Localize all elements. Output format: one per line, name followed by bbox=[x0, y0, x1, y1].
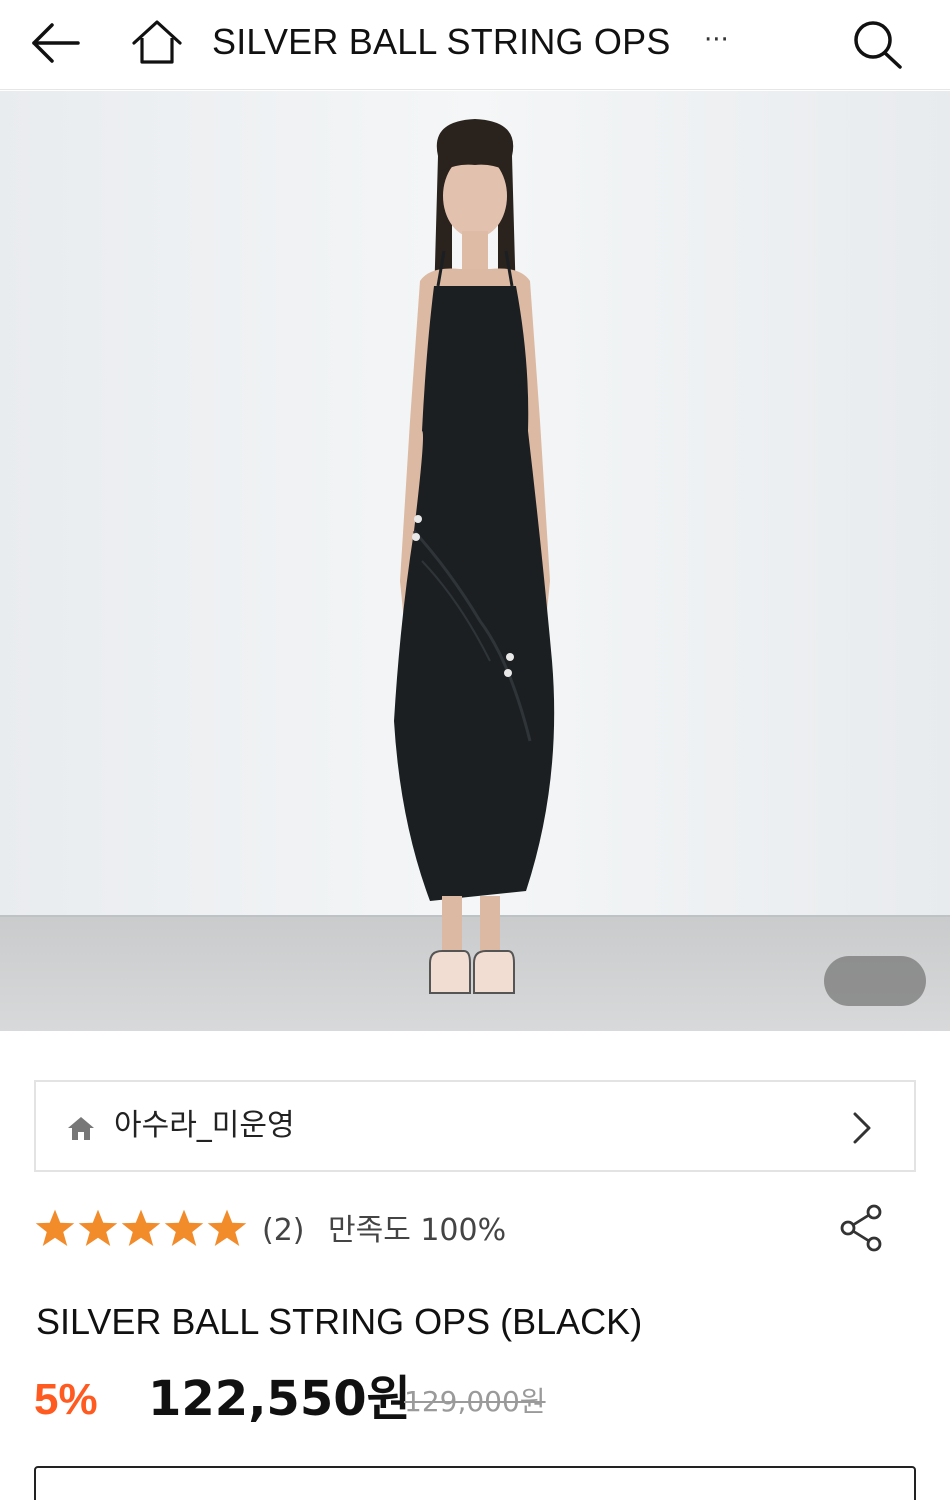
star-icon bbox=[164, 1209, 204, 1247]
home-icon[interactable] bbox=[128, 16, 186, 68]
star-icon bbox=[35, 1209, 75, 1247]
option-select-box[interactable] bbox=[34, 1466, 916, 1500]
chevron-right-icon bbox=[846, 1110, 876, 1146]
image-page-indicator bbox=[824, 956, 926, 1006]
price-row: 5% 122,550원 129,000원 bbox=[34, 1368, 914, 1432]
search-icon[interactable] bbox=[848, 16, 906, 72]
star-rating bbox=[34, 1205, 249, 1253]
star-icon bbox=[78, 1209, 118, 1247]
original-price: 129,000원 bbox=[404, 1385, 546, 1418]
product-image[interactable] bbox=[0, 91, 950, 1031]
store-home-icon bbox=[66, 1114, 96, 1142]
star-icon bbox=[121, 1209, 161, 1247]
page-title: SILVER BALL STRING OPS bbox=[212, 21, 671, 62]
sale-price: 122,550원 bbox=[148, 1371, 411, 1427]
store-name: 아수라_미운영 bbox=[114, 1108, 295, 1143]
top-navigation-bar: SILVER BALL STRING OPS ··· bbox=[0, 0, 950, 90]
satisfaction-rate: 만족도 100% bbox=[328, 1213, 507, 1248]
product-name: SILVER BALL STRING OPS (BLACK) bbox=[36, 1301, 643, 1342]
model-figure-illustration bbox=[394, 119, 555, 994]
back-arrow-icon[interactable] bbox=[28, 18, 84, 68]
store-link-row[interactable]: 아수라_미운영 bbox=[34, 1080, 916, 1172]
share-icon[interactable] bbox=[836, 1202, 888, 1254]
rating-row[interactable]: (2) 만족도 100% bbox=[34, 1205, 854, 1257]
title-ellipsis: ··· bbox=[704, 25, 729, 55]
star-icon bbox=[207, 1209, 247, 1247]
review-count[interactable]: (2) bbox=[262, 1209, 305, 1253]
discount-rate: 5% bbox=[34, 1375, 98, 1424]
